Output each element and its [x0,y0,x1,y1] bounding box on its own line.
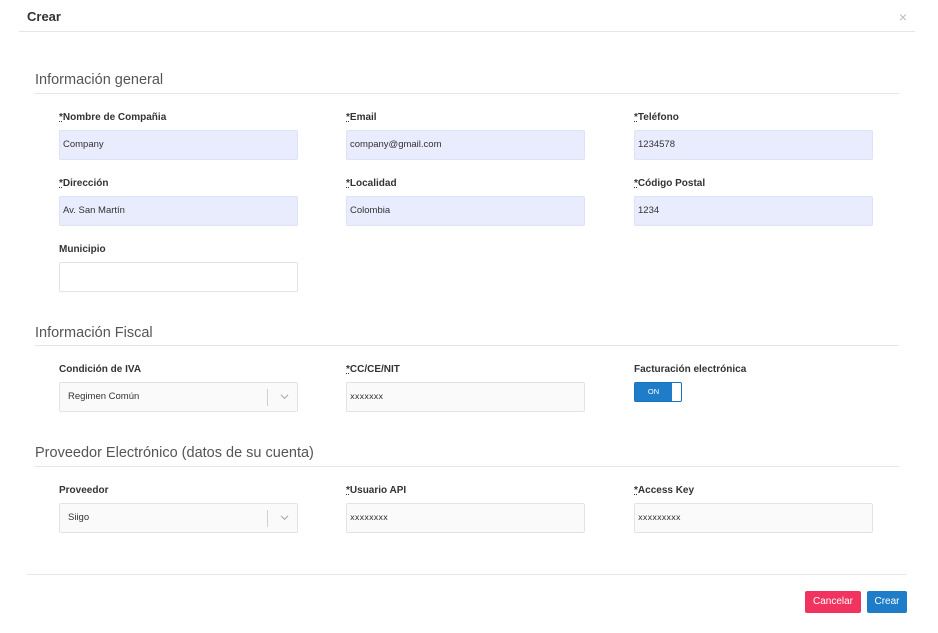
access-key-label: *Access Key [634,485,695,496]
e-invoicing-toggle[interactable]: ON [634,382,682,402]
company-name-input[interactable]: Company [59,130,298,160]
api-user-input[interactable]: xxxxxxxx [346,503,585,533]
access-key-input[interactable]: xxxxxxxxx [634,503,873,533]
close-icon[interactable]: × [899,9,907,25]
section-title-provider: Proveedor Electrónico (datos de su cuent… [35,445,314,461]
iva-condition-label: Condición de IVA [59,364,142,375]
municipality-label: Municipio [59,244,106,255]
section-divider [35,466,899,467]
iva-condition-value: Regimen Común [68,391,140,402]
iva-condition-select[interactable]: Regimen Común [59,382,298,412]
postal-code-input[interactable]: 1234 [634,196,873,226]
phone-input[interactable]: 1234578 [634,130,873,160]
locality-label: *Localidad [346,178,397,189]
provider-label: Proveedor [59,485,109,496]
section-divider [35,345,899,346]
footer-divider [27,574,907,575]
company-name-label: *Nombre de Compañia [59,112,167,123]
section-title-fiscal: Información Fiscal [35,325,153,341]
cancel-button[interactable]: Cancelar [805,591,861,613]
municipality-input[interactable] [59,262,298,292]
chevron-down-icon[interactable] [280,392,289,401]
nit-input[interactable]: xxxxxxx [346,382,585,412]
toggle-on-label: ON [635,383,672,401]
address-input[interactable]: Av. San Martín [59,196,298,226]
address-label: *Dirección [59,178,109,189]
phone-label: *Teléfono [634,112,679,123]
modal-header: Crear × [19,0,915,32]
modal-title: Crear [27,9,61,24]
api-user-label: *Usuario API [346,485,407,496]
postal-code-label: *Código Postal [634,178,706,189]
e-invoicing-label: Facturación electrónica [634,364,747,375]
locality-input[interactable]: Colombia [346,196,585,226]
email-input[interactable]: company@gmail.com [346,130,585,160]
nit-label: *CC/CE/NIT [346,364,400,375]
chevron-down-icon[interactable] [280,513,289,522]
create-button[interactable]: Crear [867,591,907,613]
section-divider [35,93,899,94]
section-title-general: Información general [35,72,164,88]
select-separator [267,389,268,406]
email-label: *Email [346,112,377,123]
provider-value: Siigo [68,512,90,523]
select-separator [267,510,268,527]
provider-select[interactable]: Siigo [59,503,298,533]
